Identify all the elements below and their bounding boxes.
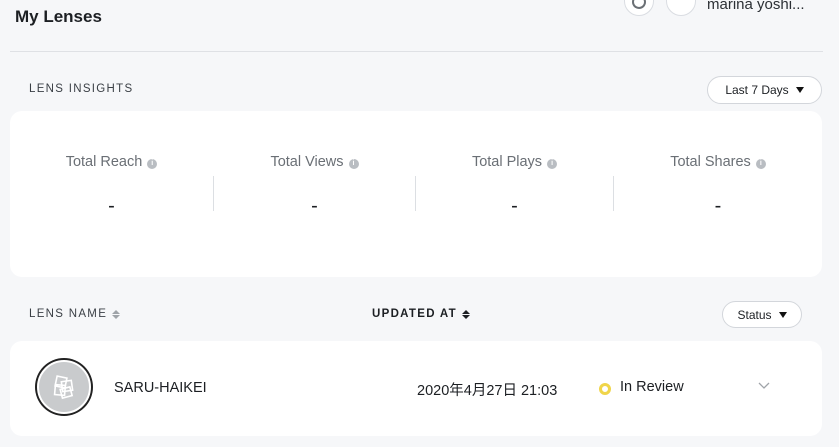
table-row[interactable]: SARU-HAIKEI 2020年4月27日 21:03 In Review	[10, 341, 822, 436]
caret-down-icon	[795, 87, 804, 93]
stat-label: Total Shares	[670, 154, 751, 170]
status-filter-label: Status	[737, 307, 772, 322]
page-title: My Lenses	[15, 7, 102, 26]
caret-down-icon	[778, 311, 787, 318]
stat-total-plays: Total Plays i -	[416, 111, 613, 277]
lens-logo-icon	[53, 375, 74, 400]
date-range-dropdown[interactable]: Last 7 Days	[707, 76, 822, 104]
sort-icon[interactable]	[112, 309, 121, 319]
stat-label: Total Views	[270, 154, 344, 170]
stat-label: Total Plays	[471, 154, 543, 170]
status-text: In Review	[620, 379, 684, 395]
avatar[interactable]	[666, 0, 696, 16]
date-range-value: Last 7 Days	[725, 83, 789, 97]
lens-name[interactable]: SARU-HAIKEI	[114, 380, 207, 396]
stat-total-reach: Total Reach i -	[10, 111, 213, 277]
lens-insights-label: LENS INSIGHTS	[29, 83, 134, 95]
stat-value: -	[511, 195, 518, 217]
column-label: UPDATED AT	[372, 308, 457, 320]
lens-updated-at: 2020年4月27日 21:03	[417, 383, 558, 399]
info-icon[interactable]: i	[547, 159, 558, 169]
refresh-icon[interactable]	[624, 0, 654, 16]
status-dot	[599, 383, 611, 395]
header: My Lenses marina yoshi...	[0, 0, 839, 52]
user-name[interactable]: marina yoshi...	[707, 0, 839, 13]
stat-total-views: Total Views i -	[214, 111, 415, 277]
lens-thumbnail[interactable]	[35, 358, 93, 416]
stat-value: -	[311, 195, 318, 217]
stat-label: Total Reach	[65, 154, 143, 170]
status-filter-dropdown[interactable]: Status	[722, 301, 802, 328]
info-icon[interactable]: i	[348, 159, 359, 169]
chevron-down-icon[interactable]	[758, 379, 770, 391]
header-divider	[10, 51, 823, 52]
column-header-lens-name[interactable]: LENS NAME	[29, 308, 121, 320]
insights-card: Total Reach i - Total Views i - Total Play…	[10, 111, 822, 277]
stat-value: -	[714, 195, 722, 217]
sort-icon[interactable]	[461, 309, 470, 319]
stat-total-shares: Total Shares i -	[614, 111, 822, 277]
column-label: LENS NAME	[29, 308, 108, 320]
stat-value: -	[108, 195, 115, 217]
column-header-updated-at[interactable]: UPDATED AT	[372, 308, 470, 320]
info-icon[interactable]: i	[755, 159, 766, 169]
info-icon[interactable]: i	[147, 159, 158, 169]
